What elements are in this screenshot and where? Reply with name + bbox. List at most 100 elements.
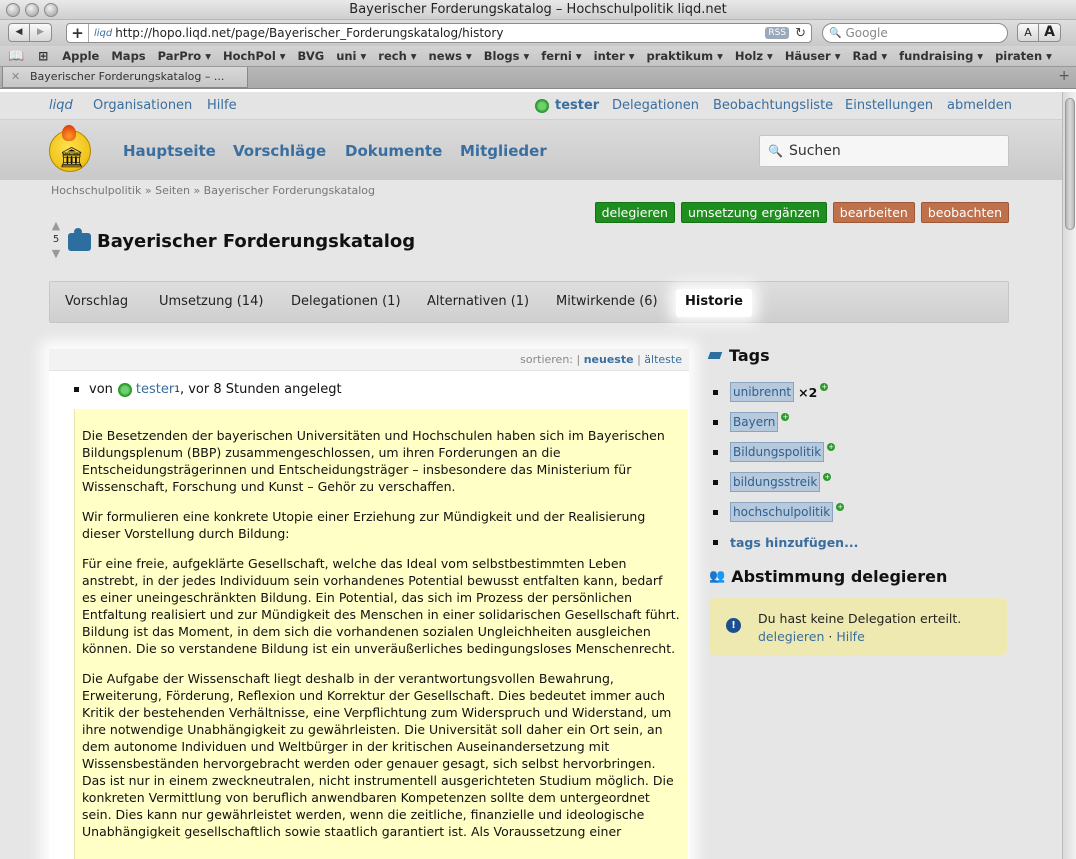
back-button[interactable]: ◀ [8,23,30,42]
liqd-logo[interactable]: liqd [49,98,73,113]
web-page: liqd Organisationen Hilfe tester Delegat… [0,92,1062,859]
bookmark-item[interactable]: news ▾ [429,49,472,63]
entry-suffix: , vor 8 Stunden angelegt [179,382,342,397]
forward-button[interactable]: ▶ [30,23,52,42]
bookmark-item[interactable]: inter ▾ [594,49,635,63]
bookmark-item[interactable]: ferni ▾ [541,49,581,63]
tag-link[interactable]: Bildungspolitik [730,442,825,462]
bookmark-item[interactable]: Häuser ▾ [785,49,841,63]
page-scrollbar[interactable] [1062,92,1076,859]
delegationen-link[interactable]: Delegationen [612,98,699,113]
list-bullet [713,539,718,545]
beobachten-button[interactable]: beobachten [920,202,1009,223]
url-text[interactable]: http://hopo.liqd.net/page/Bayerischer_Fo… [115,26,765,40]
nav-mitglieder[interactable]: Mitglieder [460,142,547,160]
vote-up-icon[interactable]: ▲ [49,220,63,232]
tab-vorschlag[interactable]: Vorschlag [65,294,128,309]
add-bookmark-button[interactable]: + [67,24,89,42]
add-tag-icon[interactable]: + [820,383,829,391]
address-bar[interactable]: + liqd http://hopo.liqd.net/page/Bayeris… [66,23,812,43]
organisationen-link[interactable]: Organisationen [93,98,192,113]
vote-down-icon[interactable]: ▼ [49,248,63,260]
bearbeiten-button[interactable]: bearbeiten [832,202,915,223]
page-title-row: Bayerischer Forderungskatalog [68,227,416,252]
nav-hauptseite[interactable]: Hauptseite [123,142,216,160]
bookmark-item[interactable]: Rad ▾ [852,49,887,63]
bookmark-item[interactable]: rech ▾ [378,49,416,63]
sort-separator: | [637,353,641,366]
bookmark-item[interactable]: BVG [298,49,325,63]
bookmark-item[interactable]: Apple [62,49,99,63]
vote-count: 5 [52,234,60,245]
umsetzung-ergaenzen-button[interactable]: umsetzung ergänzen [680,202,827,223]
sort-newest-link[interactable]: neueste [584,353,634,366]
tab-alternativen[interactable]: Alternativen (1) [427,294,529,309]
new-tab-icon[interactable]: + [1058,68,1070,84]
add-tag-icon[interactable]: + [836,503,845,511]
people-icon: 👥 [709,569,726,584]
bookmark-item[interactable]: piraten ▾ [995,49,1052,63]
entry-user-link[interactable]: tester [136,382,174,397]
notice-delegieren-link[interactable]: delegieren [758,629,824,644]
book-icon[interactable]: 📖 [8,49,24,64]
nav-vorschlaege[interactable]: Vorschläge [233,142,326,160]
bookmark-item[interactable]: Maps [111,49,145,63]
user-avatar-icon [117,382,132,397]
notice-text: Du hast keine Delegation erteilt. [758,611,962,626]
add-tag-icon[interactable]: + [827,443,836,451]
bookmark-item[interactable]: Blogs ▾ [484,49,529,63]
tab-mitwirkende[interactable]: Mitwirkende (6) [556,294,658,309]
bookmark-item[interactable]: praktikum ▾ [647,49,723,63]
tab-umsetzung[interactable]: Umsetzung (14) [159,294,263,309]
notice-hilfe-link[interactable]: Hilfe [836,629,864,644]
sort-oldest-link[interactable]: älteste [644,353,682,366]
tags-heading: Tags [707,346,1009,365]
text-larger-button[interactable]: A [1039,23,1061,42]
tag-list: unibrennt ×2 + Bayern + Bildungspolitik … [713,377,1009,557]
close-tab-icon[interactable]: ✕ [11,67,20,87]
bookmark-item[interactable]: HochPol ▾ [223,49,286,63]
page-title: Bayerischer Forderungskatalog [97,231,416,252]
bookmark-item[interactable]: ParPro ▾ [158,49,211,63]
plus-icon: + [71,24,84,42]
hilfe-link[interactable]: Hilfe [207,98,237,113]
tag-link[interactable]: unibrennt [730,382,795,402]
list-bullet [713,479,718,485]
scrollbar-thumb[interactable] [1065,98,1075,230]
bookmark-item[interactable]: fundraising ▾ [899,49,983,63]
nav-dokumente[interactable]: Dokumente [345,142,442,160]
beobachtungsliste-link[interactable]: Beobachtungsliste [713,98,833,113]
tag-link[interactable]: bildungsstreik [730,472,821,492]
search-icon: 🔍 [829,27,842,39]
tab-historie[interactable]: Historie [676,289,752,317]
favicon-icon: liqd [94,27,113,39]
tab-delegationen[interactable]: Delegationen (1) [291,294,401,309]
delegation-notice: ! Du hast keine Delegation erteilt. dele… [709,598,1007,655]
site-logo-icon[interactable]: 🏛 [49,125,91,172]
browser-tab[interactable]: ✕ Bayerischer Forderungskatalog – ... [2,67,248,88]
rss-button[interactable]: RSS [765,27,790,39]
einstellungen-link[interactable]: Einstellungen [845,98,933,113]
add-tags-link[interactable]: tags hinzufügen... [730,535,858,550]
breadcrumb[interactable]: Hochschulpolitik » Seiten » Bayerischer … [51,184,375,197]
grid-icon[interactable]: ⊞ [38,49,48,63]
bookmark-item[interactable]: Holz ▾ [735,49,773,63]
tags-title: Tags [729,346,770,365]
abmelden-link[interactable]: abmelden [947,98,1012,113]
add-tag-icon[interactable]: + [781,413,790,421]
top-navigation: liqd Organisationen Hilfe tester Delegat… [0,92,1062,120]
delegation-title: Abstimmung delegieren [731,567,948,586]
list-bullet [713,389,718,395]
user-link[interactable]: tester [555,98,599,113]
history-entry: von tester 1, vor 8 Stunden angelegt [74,382,342,397]
site-search-input[interactable]: 🔍 Suchen [759,135,1009,167]
tag-link[interactable]: hochschulpolitik [730,502,834,522]
add-tag-icon[interactable]: + [823,473,832,481]
browser-titlebar: Bayerischer Forderungskatalog – Hochschu… [0,0,1076,20]
delegieren-button[interactable]: delegieren [594,202,675,223]
bookmark-item[interactable]: uni ▾ [336,49,366,63]
tag-link[interactable]: Bayern [730,412,779,432]
google-search-field[interactable]: 🔍 Google [822,23,1008,43]
text-smaller-button[interactable]: A [1017,23,1039,42]
reload-button[interactable]: ↻ [795,26,806,41]
